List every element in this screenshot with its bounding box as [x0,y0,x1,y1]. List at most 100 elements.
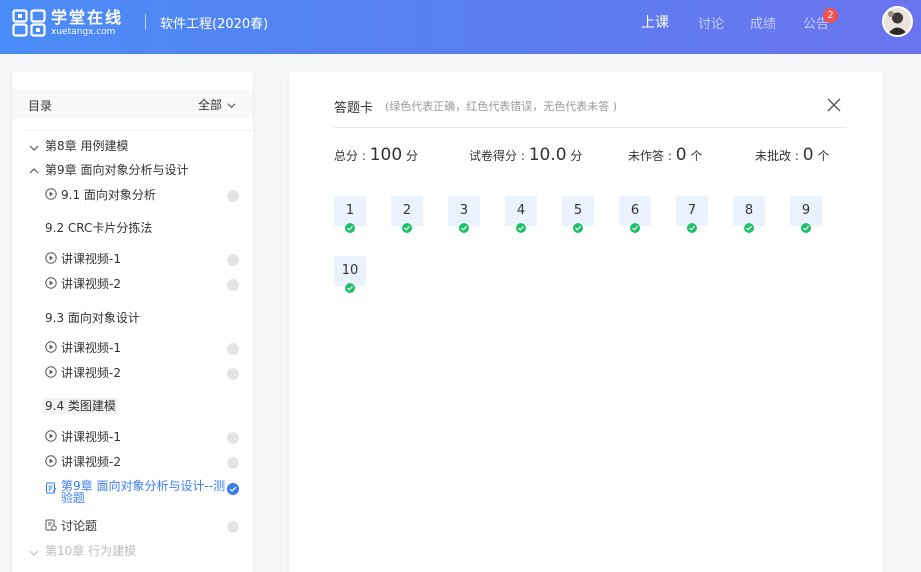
question-number: 3 [459,203,469,218]
progress-dot [227,279,239,291]
correct-check-icon [515,222,527,234]
nav-grades[interactable]: 成绩 [750,13,776,32]
ungraded-count: 未批改 : 0 个 [755,145,829,165]
video-label: 讲课视频-1 [61,341,121,355]
question-number: 6 [630,203,640,218]
correct-check-icon [344,282,356,294]
chevron-down-icon[interactable] [227,101,236,110]
unanswered-unit: 个 [686,149,703,163]
video-label: 讲课视频-2 [61,455,121,469]
xuetangx-logo-icon[interactable] [12,9,48,37]
outline-filter-dropdown[interactable]: 全部 [198,96,222,113]
question-number: 10 [341,263,359,278]
question-10-button[interactable]: 10 [334,256,366,294]
discussion-icon [45,519,57,531]
video-9-2-1[interactable]: 讲课视频-1 [12,249,253,269]
chapter-10-label: 第10章 行为建模 [45,544,137,558]
ungraded-value: 0 [802,145,814,165]
question-number: 5 [573,203,583,218]
video-label: 讲课视频-1 [61,430,121,444]
play-circle-icon [45,455,57,467]
outline-title: 目录 [28,99,53,113]
correct-check-icon [572,222,584,234]
nav-lesson[interactable]: 上课 [641,12,669,32]
progress-dot [227,521,239,533]
chevron-down-icon [29,550,39,556]
correct-check-icon [686,222,698,234]
question-1-button[interactable]: 1 [334,196,366,234]
brand[interactable]: 学堂在线 xuetangx.com [51,8,123,37]
user-avatar[interactable] [882,6,913,37]
progress-dot [227,432,239,444]
total-score-value: 100 [369,145,403,165]
question-number: 4 [516,203,526,218]
progress-dot [227,368,239,380]
chapter-9[interactable]: 第9章 面向对象分析与设计 [12,160,253,180]
outline-header: 目录 全部 [12,90,253,118]
total-score-unit: 分 [402,149,418,163]
total-score: 总分 : 100 分 [334,145,418,165]
chapter-9-quiz[interactable]: 第9章 面向对象分析与设计--测 验题 [12,478,253,508]
correct-check-icon [629,222,641,234]
chapter-8-label: 第8章 用例建模 [45,139,129,153]
chevron-down-icon [29,145,39,151]
play-circle-icon [45,366,57,378]
section-9-4: 9.4 类图建模 [12,396,253,416]
quiz-label-line1: 第9章 面向对象分析与设计--测 [61,479,226,493]
answer-card-divider [334,127,846,128]
section-9-1[interactable]: 9.1 面向对象分析 [12,185,253,205]
question-9-button[interactable]: 9 [790,196,822,234]
progress-dot [227,457,239,469]
correct-check-icon [458,222,470,234]
answer-card-panel: 答题卡 (绿色代表正确，红色代表错误，无色代表未答 ) 总分 : 100 分 试… [289,72,883,572]
video-label: 讲课视频-2 [61,277,121,291]
answer-card-title: 答题卡 [334,101,374,116]
video-9-3-1[interactable]: 讲课视频-1 [12,338,253,358]
question-6-button[interactable]: 6 [619,196,651,234]
correct-check-icon [344,222,356,234]
section-9-3: 9.3 面向对象设计 [12,308,253,328]
play-circle-icon [45,277,57,289]
outline-divider [24,130,253,131]
section-9-3-label: 9.3 面向对象设计 [45,311,140,325]
exam-score: 试卷得分 : 10.0 分 [469,145,582,165]
question-5-button[interactable]: 5 [562,196,594,234]
video-9-4-1[interactable]: 讲课视频-1 [12,427,253,447]
avatar-icon [884,8,911,35]
ungraded-unit: 个 [813,149,830,163]
section-9-4-label: 9.4 类图建模 [43,398,118,414]
progress-dot [227,343,239,355]
progress-dot [227,254,239,266]
exam-score-unit: 分 [566,149,583,163]
course-title: 软件工程(2020春) [160,17,269,32]
question-2-button[interactable]: 2 [391,196,423,234]
nav-discuss[interactable]: 讨论 [698,13,724,32]
unanswered-count: 未作答 : 0 个 [628,145,702,165]
course-outline-sidebar: 目录 全部 第8章 用例建模 第9章 面向对象分析与设计 9.1 面向对象分析 … [12,72,253,572]
unanswered-label: 未作答 : [628,149,676,163]
brand-url: xuetangx.com [51,27,116,37]
video-label: 讲课视频-1 [61,252,121,266]
question-8-button[interactable]: 8 [733,196,765,234]
completed-check-icon [227,483,239,495]
exam-score-label: 试卷得分 : [469,149,529,163]
chapter-9-label: 第9章 面向对象分析与设计 [45,163,189,177]
header-divider [145,14,146,30]
question-number: 2 [402,203,412,218]
notice-badge: 2 [823,8,838,23]
question-number: 9 [801,203,811,218]
chapter-8[interactable]: 第8章 用例建模 [12,136,253,156]
video-9-4-2[interactable]: 讲课视频-2 [12,452,253,472]
correct-check-icon [401,222,413,234]
video-9-3-2[interactable]: 讲课视频-2 [12,363,253,383]
question-4-button[interactable]: 4 [505,196,537,234]
question-3-button[interactable]: 3 [448,196,480,234]
close-icon[interactable] [826,97,842,113]
question-7-button[interactable]: 7 [676,196,708,234]
exam-score-value: 10.0 [528,145,567,165]
question-number: 1 [345,203,355,218]
video-9-2-2[interactable]: 讲课视频-2 [12,274,253,294]
chapter-10[interactable]: 第10章 行为建模 [12,541,253,561]
top-bar: 学堂在线 xuetangx.com 软件工程(2020春) 上课 讨论 成绩 公… [0,0,921,54]
discussion-item[interactable]: 讨论题 [12,516,253,536]
